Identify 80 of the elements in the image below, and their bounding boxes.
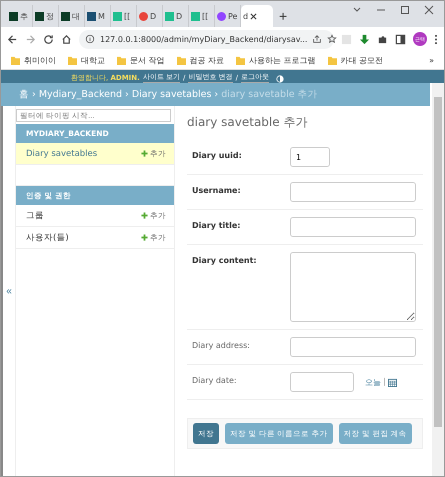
bookmark[interactable]: 카대 공모전 xyxy=(328,54,384,66)
square-icon xyxy=(191,12,200,20)
browser-tab[interactable]: [[ xyxy=(189,5,215,27)
breadcrumb-separator: › xyxy=(32,89,36,100)
date-field[interactable] xyxy=(290,372,354,392)
more-bookmarks-button[interactable]: » xyxy=(429,56,434,64)
input-field[interactable]: 1 xyxy=(290,147,330,167)
field-label: Diary content: xyxy=(191,255,258,265)
plus-icon xyxy=(141,212,148,219)
input-field[interactable] xyxy=(290,337,416,357)
field-label: Username: xyxy=(191,185,242,195)
download-icon[interactable] xyxy=(359,34,370,44)
breadcrumb-separator: › xyxy=(214,89,218,100)
field-label: Diary date: xyxy=(191,375,238,385)
side-panel-icon[interactable] xyxy=(395,34,406,44)
browser-tab[interactable]: 정 xyxy=(33,5,59,27)
plus-icon xyxy=(141,150,148,157)
scrollbar[interactable] xyxy=(432,83,444,476)
folder-icon xyxy=(68,56,77,64)
back-icon[interactable] xyxy=(7,34,18,44)
square-icon xyxy=(165,12,174,20)
folder-icon xyxy=(236,56,246,64)
bookmark[interactable]: 취미이이 xyxy=(11,54,56,66)
model-link[interactable]: 사용자(들) xyxy=(26,232,69,244)
folder-icon xyxy=(11,56,20,64)
browser-tab[interactable]: d xyxy=(241,5,273,27)
bookmark[interactable]: 문서 작업 xyxy=(117,54,165,66)
circle-icon xyxy=(217,12,226,20)
calendar-icon[interactable] xyxy=(388,378,397,387)
bookmark[interactable]: 사용하는 프로그램 xyxy=(236,54,316,66)
field-label: Diary title: xyxy=(191,220,242,230)
model-link[interactable]: 그룹 xyxy=(26,210,44,222)
bookmark-label[interactable]: 문서 작업 xyxy=(130,54,165,66)
maximize-icon[interactable] xyxy=(400,5,410,15)
input-field[interactable] xyxy=(290,217,416,237)
info-icon[interactable] xyxy=(85,34,95,44)
bookmark[interactable]: 대학교 xyxy=(68,54,105,66)
separator: | xyxy=(383,377,386,386)
close-icon[interactable] xyxy=(250,12,258,20)
collapse-sidebar-button[interactable]: « xyxy=(1,106,16,476)
browser-tab[interactable]: M xyxy=(85,5,111,27)
address-bar[interactable]: 127.0.0.1:8000/admin/myDiary_Backend/diarysav... xyxy=(79,30,334,48)
folder-icon xyxy=(328,56,337,64)
browser-tab[interactable]: 추 xyxy=(7,5,33,27)
breadcrumb-current: diary savetable 추가 xyxy=(221,88,318,101)
bookmark-label[interactable]: 취미이이 xyxy=(24,54,56,66)
page-title: diary savetable 추가 xyxy=(187,114,308,131)
input-field[interactable] xyxy=(290,182,416,202)
bookmark-label[interactable]: 카대 공모전 xyxy=(340,54,384,66)
reload-icon[interactable] xyxy=(43,34,54,44)
plus-icon xyxy=(141,234,148,241)
close-icon[interactable] xyxy=(424,5,434,15)
bookmark-label[interactable]: 컴공 자료 xyxy=(190,54,224,66)
browser-tab[interactable]: [[ xyxy=(111,5,137,27)
folder-icon xyxy=(176,56,186,64)
bookmark-label[interactable]: 대학교 xyxy=(81,54,105,66)
theme-toggle-icon[interactable] xyxy=(276,75,284,83)
bookmark-label[interactable]: 사용하는 프로그램 xyxy=(249,54,316,66)
browser-tab[interactable]: D xyxy=(163,5,189,27)
bookmark[interactable]: 컴공 자료 xyxy=(176,54,224,66)
square-icon xyxy=(9,12,18,20)
field-label: Diary uuid: xyxy=(191,150,243,160)
forward-icon xyxy=(25,34,36,44)
share-icon[interactable] xyxy=(312,34,322,44)
breadcrumb-separator: › xyxy=(125,89,129,100)
square-icon xyxy=(113,12,122,20)
square-icon xyxy=(87,12,96,20)
square-icon xyxy=(35,12,44,20)
browser-tab[interactable]: 대 xyxy=(59,5,85,27)
square-icon xyxy=(61,12,70,20)
today-link[interactable]: 오늘 xyxy=(365,377,381,388)
field-label: Diary address: xyxy=(191,340,251,350)
star-icon[interactable] xyxy=(327,34,338,44)
model-link[interactable]: Diary savetables xyxy=(26,148,98,158)
folder-icon xyxy=(117,56,126,64)
home-icon[interactable] xyxy=(61,34,72,44)
browser-tab[interactable]: D xyxy=(137,5,163,27)
menu-icon[interactable] xyxy=(434,34,438,44)
new-tab-button[interactable]: + xyxy=(273,5,294,27)
circle-icon xyxy=(139,12,148,20)
